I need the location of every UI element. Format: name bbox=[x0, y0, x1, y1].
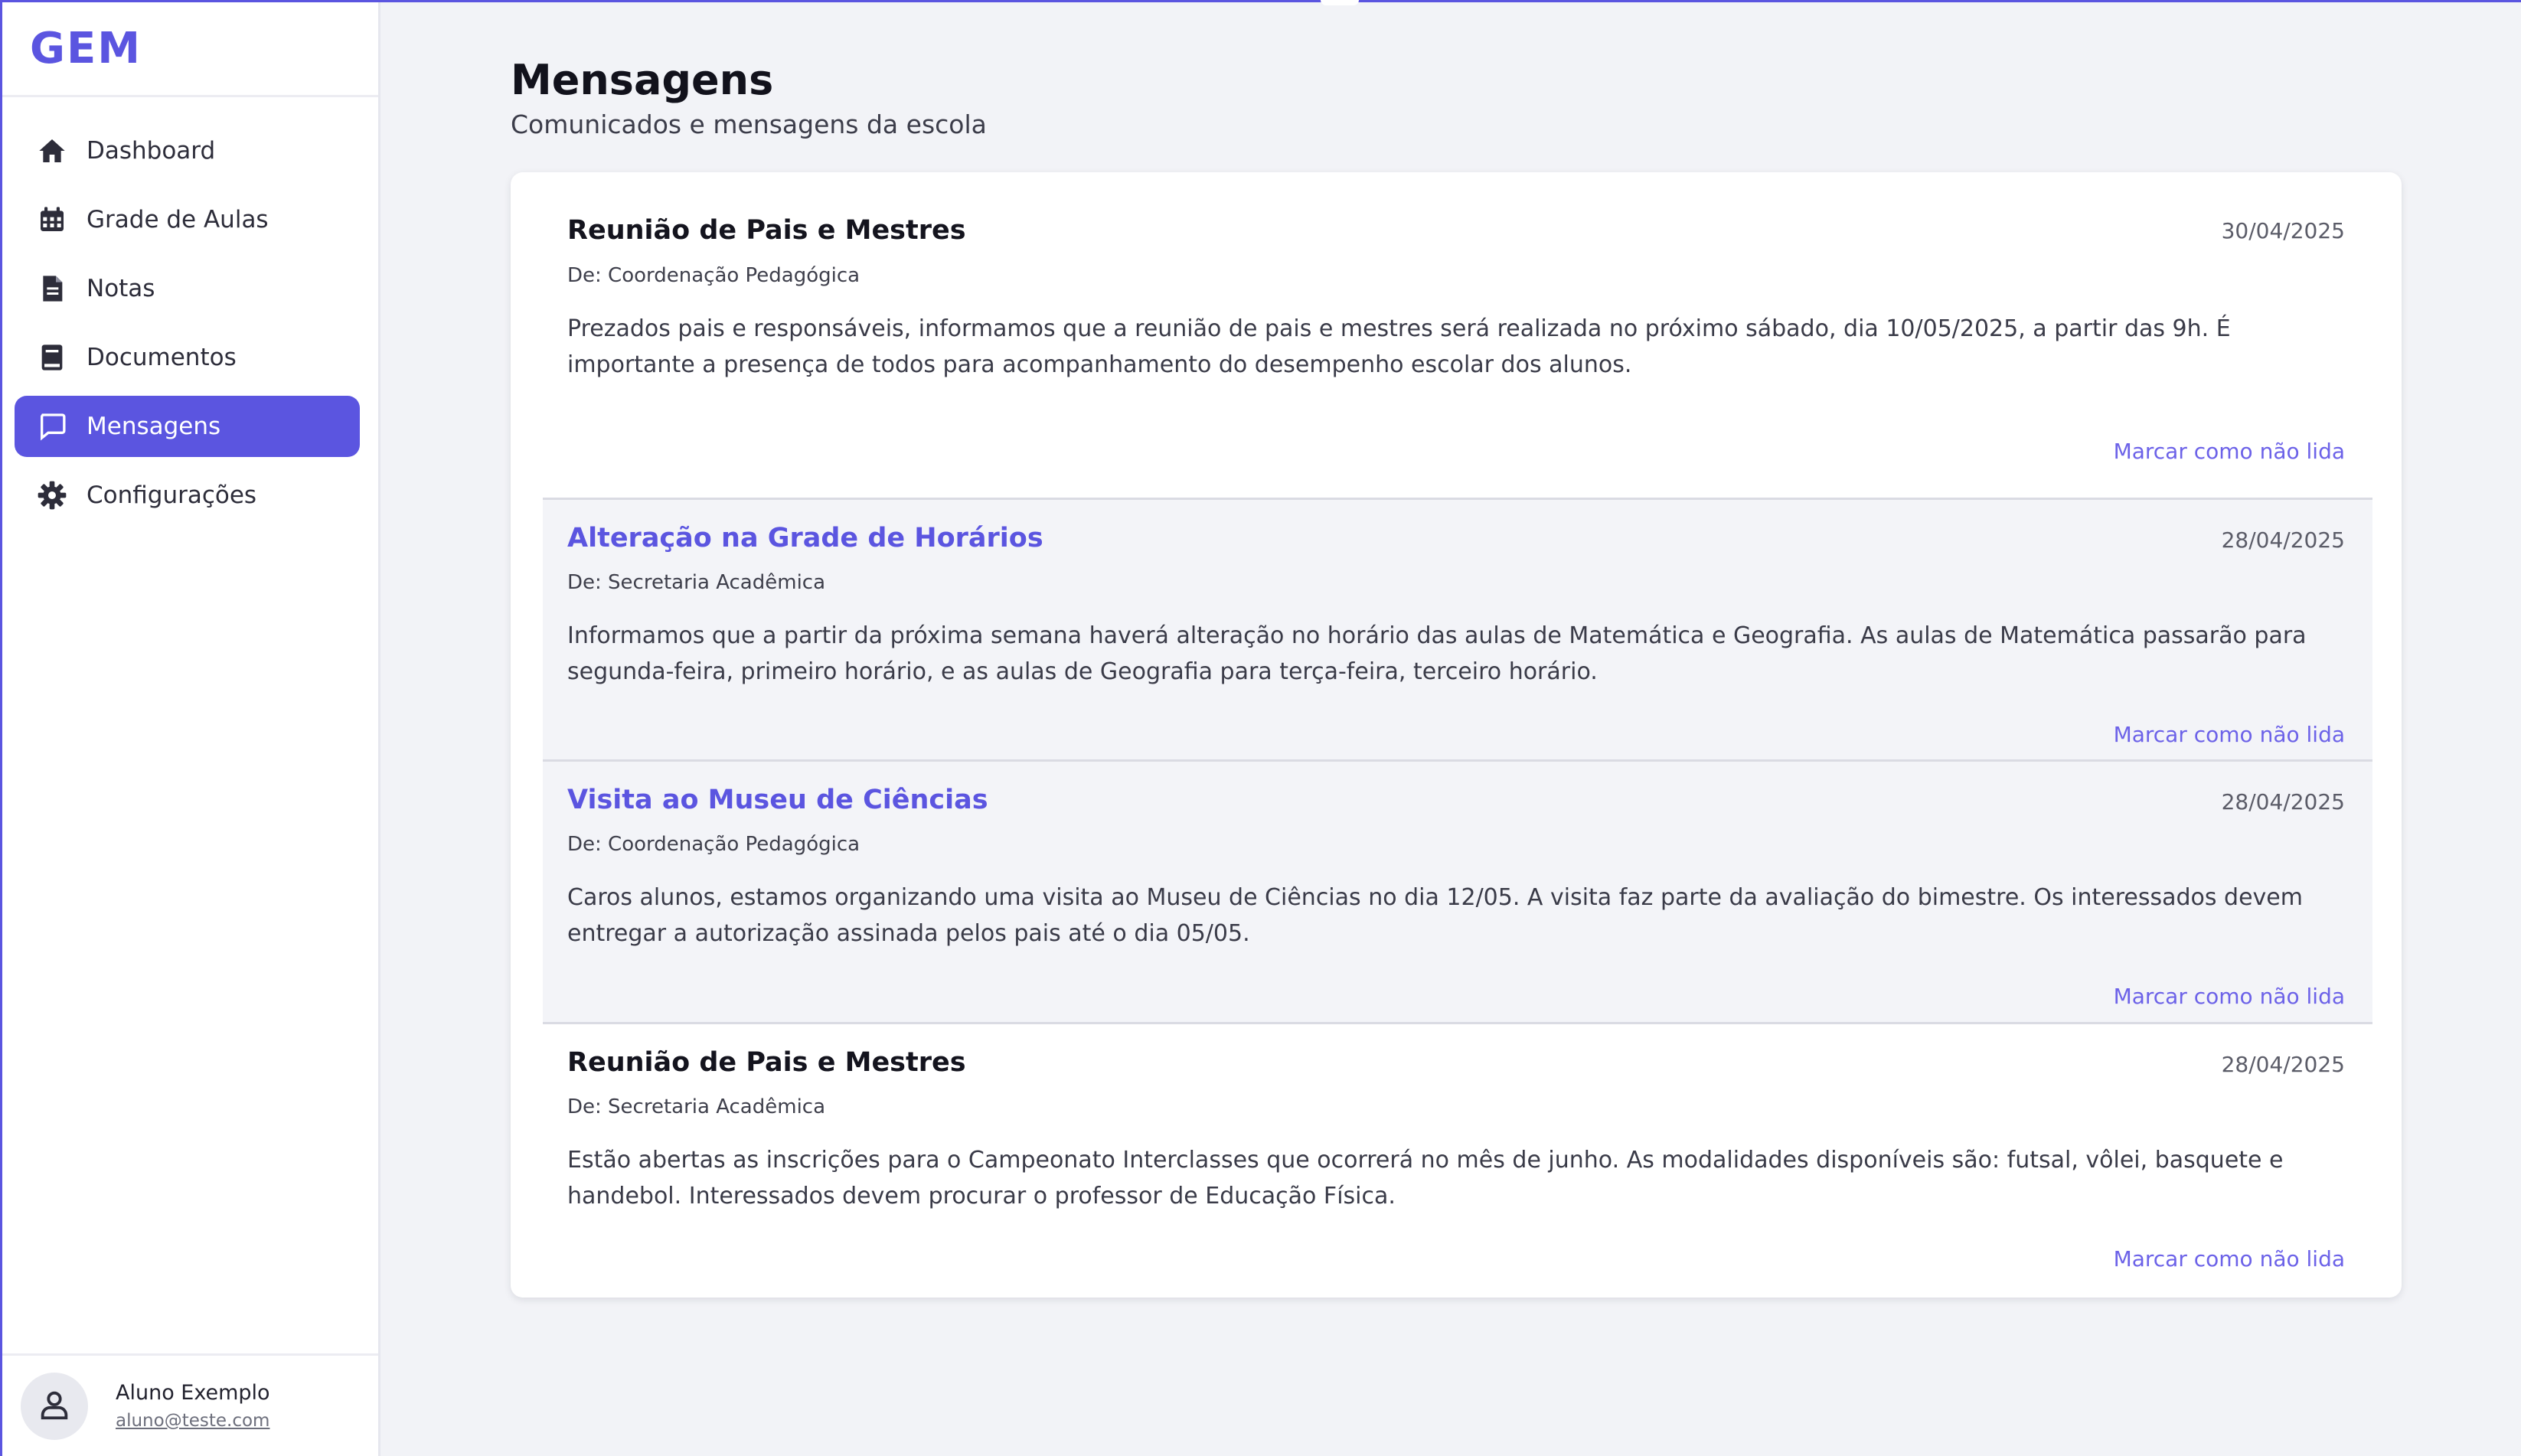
sidebar-nav: Dashboard Grade de Aulas Notas Documento… bbox=[2, 97, 378, 526]
message-sender: De: Secretaria Acadêmica bbox=[567, 571, 826, 594]
message-date: 28/04/2025 bbox=[2221, 527, 2345, 553]
message-title[interactable]: Alteração na Grade de Horários bbox=[567, 523, 1043, 553]
sidebar-item-label: Mensagens bbox=[87, 413, 221, 440]
sidebar: GEM Dashboard Grade de Aulas Notas Docum… bbox=[2, 2, 380, 1456]
user-icon bbox=[37, 1387, 72, 1425]
sidebar-item-dashboard[interactable]: Dashboard bbox=[15, 120, 360, 181]
sidebar-item-label: Documentos bbox=[87, 344, 237, 371]
book-icon bbox=[36, 341, 68, 374]
message-item[interactable]: Visita ao Museu de Ciências 28/04/2025 D… bbox=[543, 762, 2372, 1022]
message-date: 28/04/2025 bbox=[2221, 1052, 2345, 1077]
avatar[interactable] bbox=[21, 1372, 88, 1440]
sidebar-item-mensagens[interactable]: Mensagens bbox=[15, 396, 360, 457]
messages-card: Reunião de Pais e Mestres 30/04/2025 De:… bbox=[511, 172, 2402, 1298]
sidebar-item-configuracoes[interactable]: Configurações bbox=[15, 465, 360, 526]
document-icon bbox=[36, 273, 68, 305]
user-email[interactable]: aluno@teste.com bbox=[116, 1411, 270, 1431]
message-item[interactable]: Reunião de Pais e Mestres 30/04/2025 De:… bbox=[543, 172, 2372, 498]
mark-unread-link[interactable]: Marcar como não lida bbox=[2114, 722, 2345, 747]
mark-unread-link[interactable]: Marcar como não lida bbox=[2114, 1246, 2345, 1272]
calendar-icon bbox=[36, 204, 68, 236]
message-body: Prezados pais e responsáveis, informamos… bbox=[567, 315, 2231, 378]
message-date: 28/04/2025 bbox=[2221, 789, 2345, 815]
brand-logo[interactable]: GEM bbox=[30, 24, 142, 73]
message-sender: De: Coordenação Pedagógica bbox=[567, 833, 860, 856]
user-name: Aluno Exemplo bbox=[116, 1381, 270, 1405]
home-icon bbox=[36, 135, 68, 167]
message-icon bbox=[36, 410, 68, 442]
message-body: Informamos que a partir da próxima seman… bbox=[567, 622, 2307, 685]
message-title[interactable]: Visita ao Museu de Ciências bbox=[567, 785, 988, 815]
message-body: Caros alunos, estamos organizando uma vi… bbox=[567, 884, 2303, 947]
message-sender: De: Secretaria Acadêmica bbox=[567, 1095, 826, 1118]
message-date: 30/04/2025 bbox=[2221, 218, 2345, 243]
sidebar-item-notas[interactable]: Notas bbox=[15, 258, 360, 319]
page-subtitle: Comunicados e mensagens da escola bbox=[511, 109, 987, 139]
sidebar-item-label: Notas bbox=[87, 275, 155, 302]
sidebar-item-label: Grade de Aulas bbox=[87, 206, 269, 233]
sidebar-item-documentos[interactable]: Documentos bbox=[15, 327, 360, 388]
message-title[interactable]: Reunião de Pais e Mestres bbox=[567, 215, 966, 246]
message-item[interactable]: Reunião de Pais e Mestres 28/04/2025 De:… bbox=[543, 1024, 2372, 1285]
message-body: Estão abertas as inscrições para o Campe… bbox=[567, 1147, 2284, 1210]
message-title[interactable]: Reunião de Pais e Mestres bbox=[567, 1047, 966, 1078]
top-notch bbox=[1321, 0, 1359, 5]
message-sender: De: Coordenação Pedagógica bbox=[567, 264, 860, 287]
mark-unread-link[interactable]: Marcar como não lida bbox=[2114, 984, 2345, 1009]
sidebar-item-label: Configurações bbox=[87, 482, 257, 509]
sidebar-item-grade-de-aulas[interactable]: Grade de Aulas bbox=[15, 189, 360, 250]
brand: GEM bbox=[2, 2, 378, 97]
mark-unread-link[interactable]: Marcar como não lida bbox=[2114, 439, 2345, 464]
page-title: Mensagens bbox=[511, 56, 774, 104]
gear-icon bbox=[36, 479, 68, 511]
sidebar-item-label: Dashboard bbox=[87, 137, 216, 165]
app-window: GEM Dashboard Grade de Aulas Notas Docum… bbox=[0, 0, 2521, 1456]
message-item[interactable]: Alteração na Grade de Horários 28/04/202… bbox=[543, 500, 2372, 759]
user-info: Aluno Exemplo aluno@teste.com bbox=[116, 1381, 270, 1431]
user-profile[interactable]: Aluno Exemplo aluno@teste.com bbox=[2, 1353, 378, 1456]
